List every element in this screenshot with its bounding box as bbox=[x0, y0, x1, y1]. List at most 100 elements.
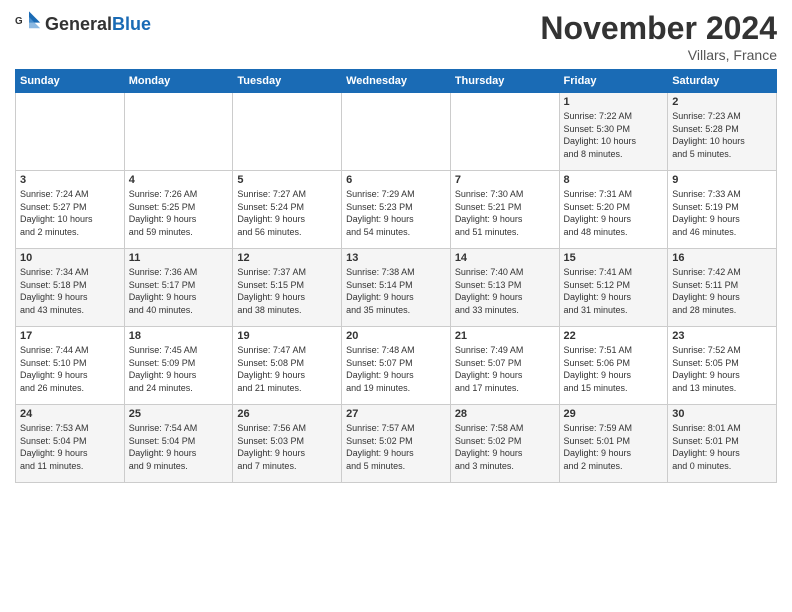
day-info: Sunrise: 7:24 AM Sunset: 5:27 PM Dayligh… bbox=[20, 188, 120, 238]
day-number: 19 bbox=[237, 330, 337, 342]
day-info: Sunrise: 7:40 AM Sunset: 5:13 PM Dayligh… bbox=[455, 266, 555, 316]
day-number: 2 bbox=[672, 96, 772, 108]
calendar-cell bbox=[450, 93, 559, 171]
day-number: 1 bbox=[564, 96, 664, 108]
day-info: Sunrise: 7:31 AM Sunset: 5:20 PM Dayligh… bbox=[564, 188, 664, 238]
day-info: Sunrise: 7:27 AM Sunset: 5:24 PM Dayligh… bbox=[237, 188, 337, 238]
day-number: 28 bbox=[455, 408, 555, 420]
day-info: Sunrise: 7:57 AM Sunset: 5:02 PM Dayligh… bbox=[346, 422, 446, 472]
day-info: Sunrise: 7:59 AM Sunset: 5:01 PM Dayligh… bbox=[564, 422, 664, 472]
day-number: 17 bbox=[20, 330, 120, 342]
page-container: G GeneralBlue November 2024 Villars, Fra… bbox=[0, 0, 792, 493]
calendar-cell: 27 Sunrise: 7:57 AM Sunset: 5:02 PM Dayli… bbox=[342, 405, 451, 483]
calendar-cell: 4 Sunrise: 7:26 AM Sunset: 5:25 PM Daylig… bbox=[124, 171, 233, 249]
calendar-cell: 1 Sunrise: 7:22 AM Sunset: 5:30 PM Daylig… bbox=[559, 93, 668, 171]
calendar-cell: 23Sunrise: 7:52 AM Sunset: 5:05 PM Dayli… bbox=[668, 327, 777, 405]
day-info: Sunrise: 7:33 AM Sunset: 5:19 PM Dayligh… bbox=[672, 188, 772, 238]
day-info: Sunrise: 7:38 AM Sunset: 5:14 PM Dayligh… bbox=[346, 266, 446, 316]
day-number: 25 bbox=[129, 408, 229, 420]
day-info: Sunrise: 7:22 AM Sunset: 5:30 PM Dayligh… bbox=[564, 110, 664, 160]
day-number: 7 bbox=[455, 174, 555, 186]
month-title: November 2024 bbox=[540, 10, 777, 47]
day-info: Sunrise: 7:29 AM Sunset: 5:23 PM Dayligh… bbox=[346, 188, 446, 238]
calendar-cell bbox=[124, 93, 233, 171]
calendar-cell: 12Sunrise: 7:37 AM Sunset: 5:15 PM Dayli… bbox=[233, 249, 342, 327]
calendar-cell bbox=[233, 93, 342, 171]
day-number: 22 bbox=[564, 330, 664, 342]
calendar-cell: 15 Sunrise: 7:41 AM Sunset: 5:12 PM Dayli… bbox=[559, 249, 668, 327]
day-number: 16 bbox=[672, 252, 772, 264]
calendar-cell: 3 Sunrise: 7:24 AM Sunset: 5:27 PM Daylig… bbox=[16, 171, 125, 249]
calendar-cell: 30Sunrise: 8:01 AM Sunset: 5:01 PM Dayli… bbox=[668, 405, 777, 483]
day-number: 12 bbox=[237, 252, 337, 264]
weekday-header-row: SundayMondayTuesdayWednesdayThursdayFrid… bbox=[16, 70, 777, 93]
day-number: 21 bbox=[455, 330, 555, 342]
calendar-cell: 7Sunrise: 7:30 AM Sunset: 5:21 PM Daylig… bbox=[450, 171, 559, 249]
calendar-cell: 16 Sunrise: 7:42 AM Sunset: 5:11 PM Dayli… bbox=[668, 249, 777, 327]
day-number: 14 bbox=[455, 252, 555, 264]
calendar-cell bbox=[16, 93, 125, 171]
day-number: 3 bbox=[20, 174, 120, 186]
day-info: Sunrise: 7:36 AM Sunset: 5:17 PM Dayligh… bbox=[129, 266, 229, 316]
weekday-header-friday: Friday bbox=[559, 70, 668, 93]
day-info: Sunrise: 7:42 AM Sunset: 5:11 PM Dayligh… bbox=[672, 266, 772, 316]
calendar-cell: 13 Sunrise: 7:38 AM Sunset: 5:14 PM Dayli… bbox=[342, 249, 451, 327]
header: G GeneralBlue November 2024 Villars, Fra… bbox=[15, 10, 777, 63]
day-info: Sunrise: 7:49 AM Sunset: 5:07 PM Dayligh… bbox=[455, 344, 555, 394]
day-info: Sunrise: 7:54 AM Sunset: 5:04 PM Dayligh… bbox=[129, 422, 229, 472]
calendar-cell: 26Sunrise: 7:56 AM Sunset: 5:03 PM Dayli… bbox=[233, 405, 342, 483]
calendar-cell: 22Sunrise: 7:51 AM Sunset: 5:06 PM Dayli… bbox=[559, 327, 668, 405]
day-number: 30 bbox=[672, 408, 772, 420]
weekday-header-sunday: Sunday bbox=[16, 70, 125, 93]
weekday-header-saturday: Saturday bbox=[668, 70, 777, 93]
calendar-week-4: 24Sunrise: 7:53 AM Sunset: 5:04 PM Dayli… bbox=[16, 405, 777, 483]
day-info: Sunrise: 7:34 AM Sunset: 5:18 PM Dayligh… bbox=[20, 266, 120, 316]
day-info: Sunrise: 7:26 AM Sunset: 5:25 PM Dayligh… bbox=[129, 188, 229, 238]
day-number: 10 bbox=[20, 252, 120, 264]
calendar-cell: 20Sunrise: 7:48 AM Sunset: 5:07 PM Dayli… bbox=[342, 327, 451, 405]
weekday-header-tuesday: Tuesday bbox=[233, 70, 342, 93]
day-number: 29 bbox=[564, 408, 664, 420]
calendar-cell: 10 Sunrise: 7:34 AM Sunset: 5:18 PM Dayli… bbox=[16, 249, 125, 327]
svg-text:G: G bbox=[15, 16, 23, 27]
weekday-header-monday: Monday bbox=[124, 70, 233, 93]
day-number: 15 bbox=[564, 252, 664, 264]
day-number: 6 bbox=[346, 174, 446, 186]
day-number: 26 bbox=[237, 408, 337, 420]
logo-general: General bbox=[45, 14, 112, 34]
day-number: 11 bbox=[129, 252, 229, 264]
calendar-cell: 9 Sunrise: 7:33 AM Sunset: 5:19 PM Daylig… bbox=[668, 171, 777, 249]
calendar-cell: 17 Sunrise: 7:44 AM Sunset: 5:10 PM Dayli… bbox=[16, 327, 125, 405]
calendar-cell: 2 Sunrise: 7:23 AM Sunset: 5:28 PM Daylig… bbox=[668, 93, 777, 171]
general-blue-icon: G bbox=[15, 10, 43, 38]
day-number: 13 bbox=[346, 252, 446, 264]
calendar-cell: 8 Sunrise: 7:31 AM Sunset: 5:20 PM Daylig… bbox=[559, 171, 668, 249]
day-info: Sunrise: 7:44 AM Sunset: 5:10 PM Dayligh… bbox=[20, 344, 120, 394]
calendar-cell: 11 Sunrise: 7:36 AM Sunset: 5:17 PM Dayli… bbox=[124, 249, 233, 327]
location: Villars, France bbox=[540, 47, 777, 63]
day-number: 27 bbox=[346, 408, 446, 420]
day-info: Sunrise: 7:53 AM Sunset: 5:04 PM Dayligh… bbox=[20, 422, 120, 472]
weekday-header-wednesday: Wednesday bbox=[342, 70, 451, 93]
day-number: 4 bbox=[129, 174, 229, 186]
calendar-table: SundayMondayTuesdayWednesdayThursdayFrid… bbox=[15, 69, 777, 483]
day-number: 8 bbox=[564, 174, 664, 186]
logo-blue: Blue bbox=[112, 14, 151, 34]
weekday-header-thursday: Thursday bbox=[450, 70, 559, 93]
calendar-cell: 24Sunrise: 7:53 AM Sunset: 5:04 PM Dayli… bbox=[16, 405, 125, 483]
calendar-week-1: 3 Sunrise: 7:24 AM Sunset: 5:27 PM Daylig… bbox=[16, 171, 777, 249]
day-info: Sunrise: 7:41 AM Sunset: 5:12 PM Dayligh… bbox=[564, 266, 664, 316]
day-info: Sunrise: 7:47 AM Sunset: 5:08 PM Dayligh… bbox=[237, 344, 337, 394]
calendar-cell: 21 Sunrise: 7:49 AM Sunset: 5:07 PM Dayli… bbox=[450, 327, 559, 405]
day-info: Sunrise: 7:23 AM Sunset: 5:28 PM Dayligh… bbox=[672, 110, 772, 160]
calendar-cell: 5Sunrise: 7:27 AM Sunset: 5:24 PM Daylig… bbox=[233, 171, 342, 249]
day-number: 20 bbox=[346, 330, 446, 342]
calendar-cell: 25 Sunrise: 7:54 AM Sunset: 5:04 PM Dayli… bbox=[124, 405, 233, 483]
title-block: November 2024 Villars, France bbox=[540, 10, 777, 63]
day-number: 9 bbox=[672, 174, 772, 186]
calendar-cell: 6 Sunrise: 7:29 AM Sunset: 5:23 PM Daylig… bbox=[342, 171, 451, 249]
calendar-week-2: 10 Sunrise: 7:34 AM Sunset: 5:18 PM Dayli… bbox=[16, 249, 777, 327]
day-info: Sunrise: 7:52 AM Sunset: 5:05 PM Dayligh… bbox=[672, 344, 772, 394]
calendar-cell: 14 Sunrise: 7:40 AM Sunset: 5:13 PM Dayli… bbox=[450, 249, 559, 327]
calendar-cell: 28Sunrise: 7:58 AM Sunset: 5:02 PM Dayli… bbox=[450, 405, 559, 483]
